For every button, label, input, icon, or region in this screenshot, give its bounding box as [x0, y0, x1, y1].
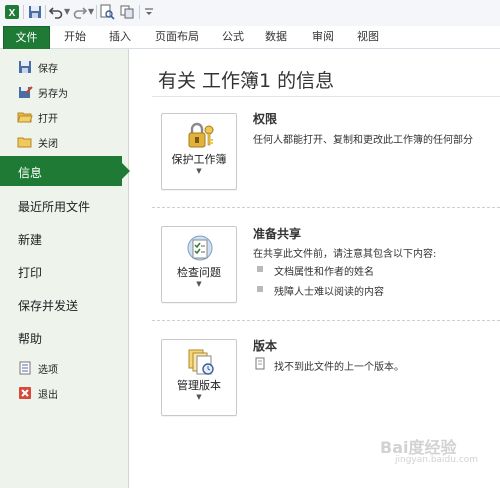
options-icon [19, 361, 31, 375]
save-as-command-label: 另存为 [38, 89, 68, 100]
bullet-document-properties: 文档属性和作者的姓名 [274, 267, 374, 278]
nav-recent[interactable]: 最近所用文件 [18, 198, 90, 215]
save-icon [19, 61, 31, 73]
redo-dropdown-icon[interactable]: ▼ [88, 7, 94, 16]
manage-versions-label: 管理版本 [177, 379, 221, 392]
versions-icon [188, 349, 214, 375]
close-command[interactable]: 关闭 [0, 131, 128, 153]
exit-command[interactable]: 退出 [0, 382, 128, 404]
protect-workbook-button[interactable]: 保护工作簿 ▼ [161, 113, 237, 190]
check-issues-label: 检查问题 [177, 266, 221, 279]
nav-info-label: 信息 [18, 166, 43, 180]
tab-home[interactable]: 开始 [64, 26, 86, 48]
excel-logo-icon[interactable]: X [4, 4, 20, 20]
checklist-icon [187, 235, 213, 261]
permissions-heading: 权限 [253, 112, 278, 126]
undo-icon[interactable] [48, 4, 64, 20]
close-command-label: 关闭 [38, 139, 58, 150]
bullet-accessibility: 残障人士难以阅读的内容 [274, 287, 384, 298]
tab-view[interactable]: 视图 [357, 26, 379, 48]
protect-workbook-label: 保护工作簿 [171, 153, 227, 166]
nav-info[interactable]: 信息 [0, 156, 130, 186]
open-command-label: 打开 [38, 114, 58, 125]
save-command[interactable]: 保存 [0, 56, 128, 78]
chevron-down-icon: ▼ [196, 167, 202, 175]
redo-icon[interactable] [72, 4, 88, 20]
section-divider [152, 207, 500, 208]
nav-print[interactable]: 打印 [18, 264, 42, 281]
options-command-label: 选项 [38, 365, 58, 376]
bullet-icon [257, 286, 263, 292]
check-issues-button[interactable]: 检查问题 ▼ [161, 226, 237, 303]
customize-icon[interactable] [141, 4, 157, 20]
exit-icon [19, 387, 31, 399]
open-command[interactable]: 打开 [0, 106, 128, 128]
tab-file[interactable]: 文件 [3, 26, 50, 49]
options-command[interactable]: 选项 [0, 357, 128, 379]
save-command-label: 保存 [38, 64, 58, 75]
bullet-icon [257, 266, 263, 272]
versions-heading: 版本 [253, 339, 278, 353]
permissions-text: 任何人都能打开、复制和更改此工作簿的任何部分 [253, 135, 473, 146]
lock-key-icon [188, 122, 214, 148]
save-icon[interactable] [27, 4, 43, 20]
tab-data[interactable]: 数据 [265, 26, 287, 48]
tab-formulas[interactable]: 公式 [222, 26, 244, 48]
tab-review[interactable]: 审阅 [312, 26, 334, 48]
watermark-url: jingyan.baidu.com [395, 455, 479, 465]
nav-help[interactable]: 帮助 [18, 330, 42, 347]
chevron-down-icon: ▼ [196, 280, 202, 288]
prepare-sharing-text: 在共享此文件前，请注意其包含以下内容: [253, 249, 437, 260]
close-folder-icon [17, 137, 32, 148]
copy-icon[interactable] [119, 4, 135, 20]
document-icon [255, 357, 265, 370]
section-divider [152, 320, 500, 321]
tab-page-layout[interactable]: 页面布局 [155, 26, 199, 48]
save-as-icon [19, 86, 33, 98]
active-pointer [122, 163, 130, 179]
prepare-sharing-heading: 准备共享 [253, 227, 302, 241]
svg-text:X: X [9, 8, 16, 19]
chevron-down-icon: ▼ [196, 393, 202, 401]
backstage-nav: 保存 另存为 打开 关闭 信息 最近所用文件 新建 打印 保存并发送 帮助 选项 [0, 49, 130, 488]
ribbon-tab-bar: 文件 开始 插入 页面布局 公式 数据 审阅 视图 [0, 26, 500, 49]
print-preview-icon[interactable] [99, 4, 115, 20]
versions-text: 找不到此文件的上一个版本。 [274, 362, 404, 373]
exit-command-label: 退出 [38, 390, 58, 401]
save-as-command[interactable]: 另存为 [0, 81, 128, 103]
quick-access-toolbar: X ▼ ▼ [0, 0, 500, 27]
nav-save-send[interactable]: 保存并发送 [18, 297, 78, 314]
open-folder-icon [17, 112, 33, 123]
page-title: 有关 工作簿1 的信息 [158, 70, 335, 92]
manage-versions-button[interactable]: 管理版本 ▼ [161, 339, 237, 416]
title-divider [152, 96, 500, 97]
undo-dropdown-icon[interactable]: ▼ [64, 7, 70, 16]
tab-insert[interactable]: 插入 [109, 26, 131, 48]
nav-new[interactable]: 新建 [18, 231, 42, 248]
